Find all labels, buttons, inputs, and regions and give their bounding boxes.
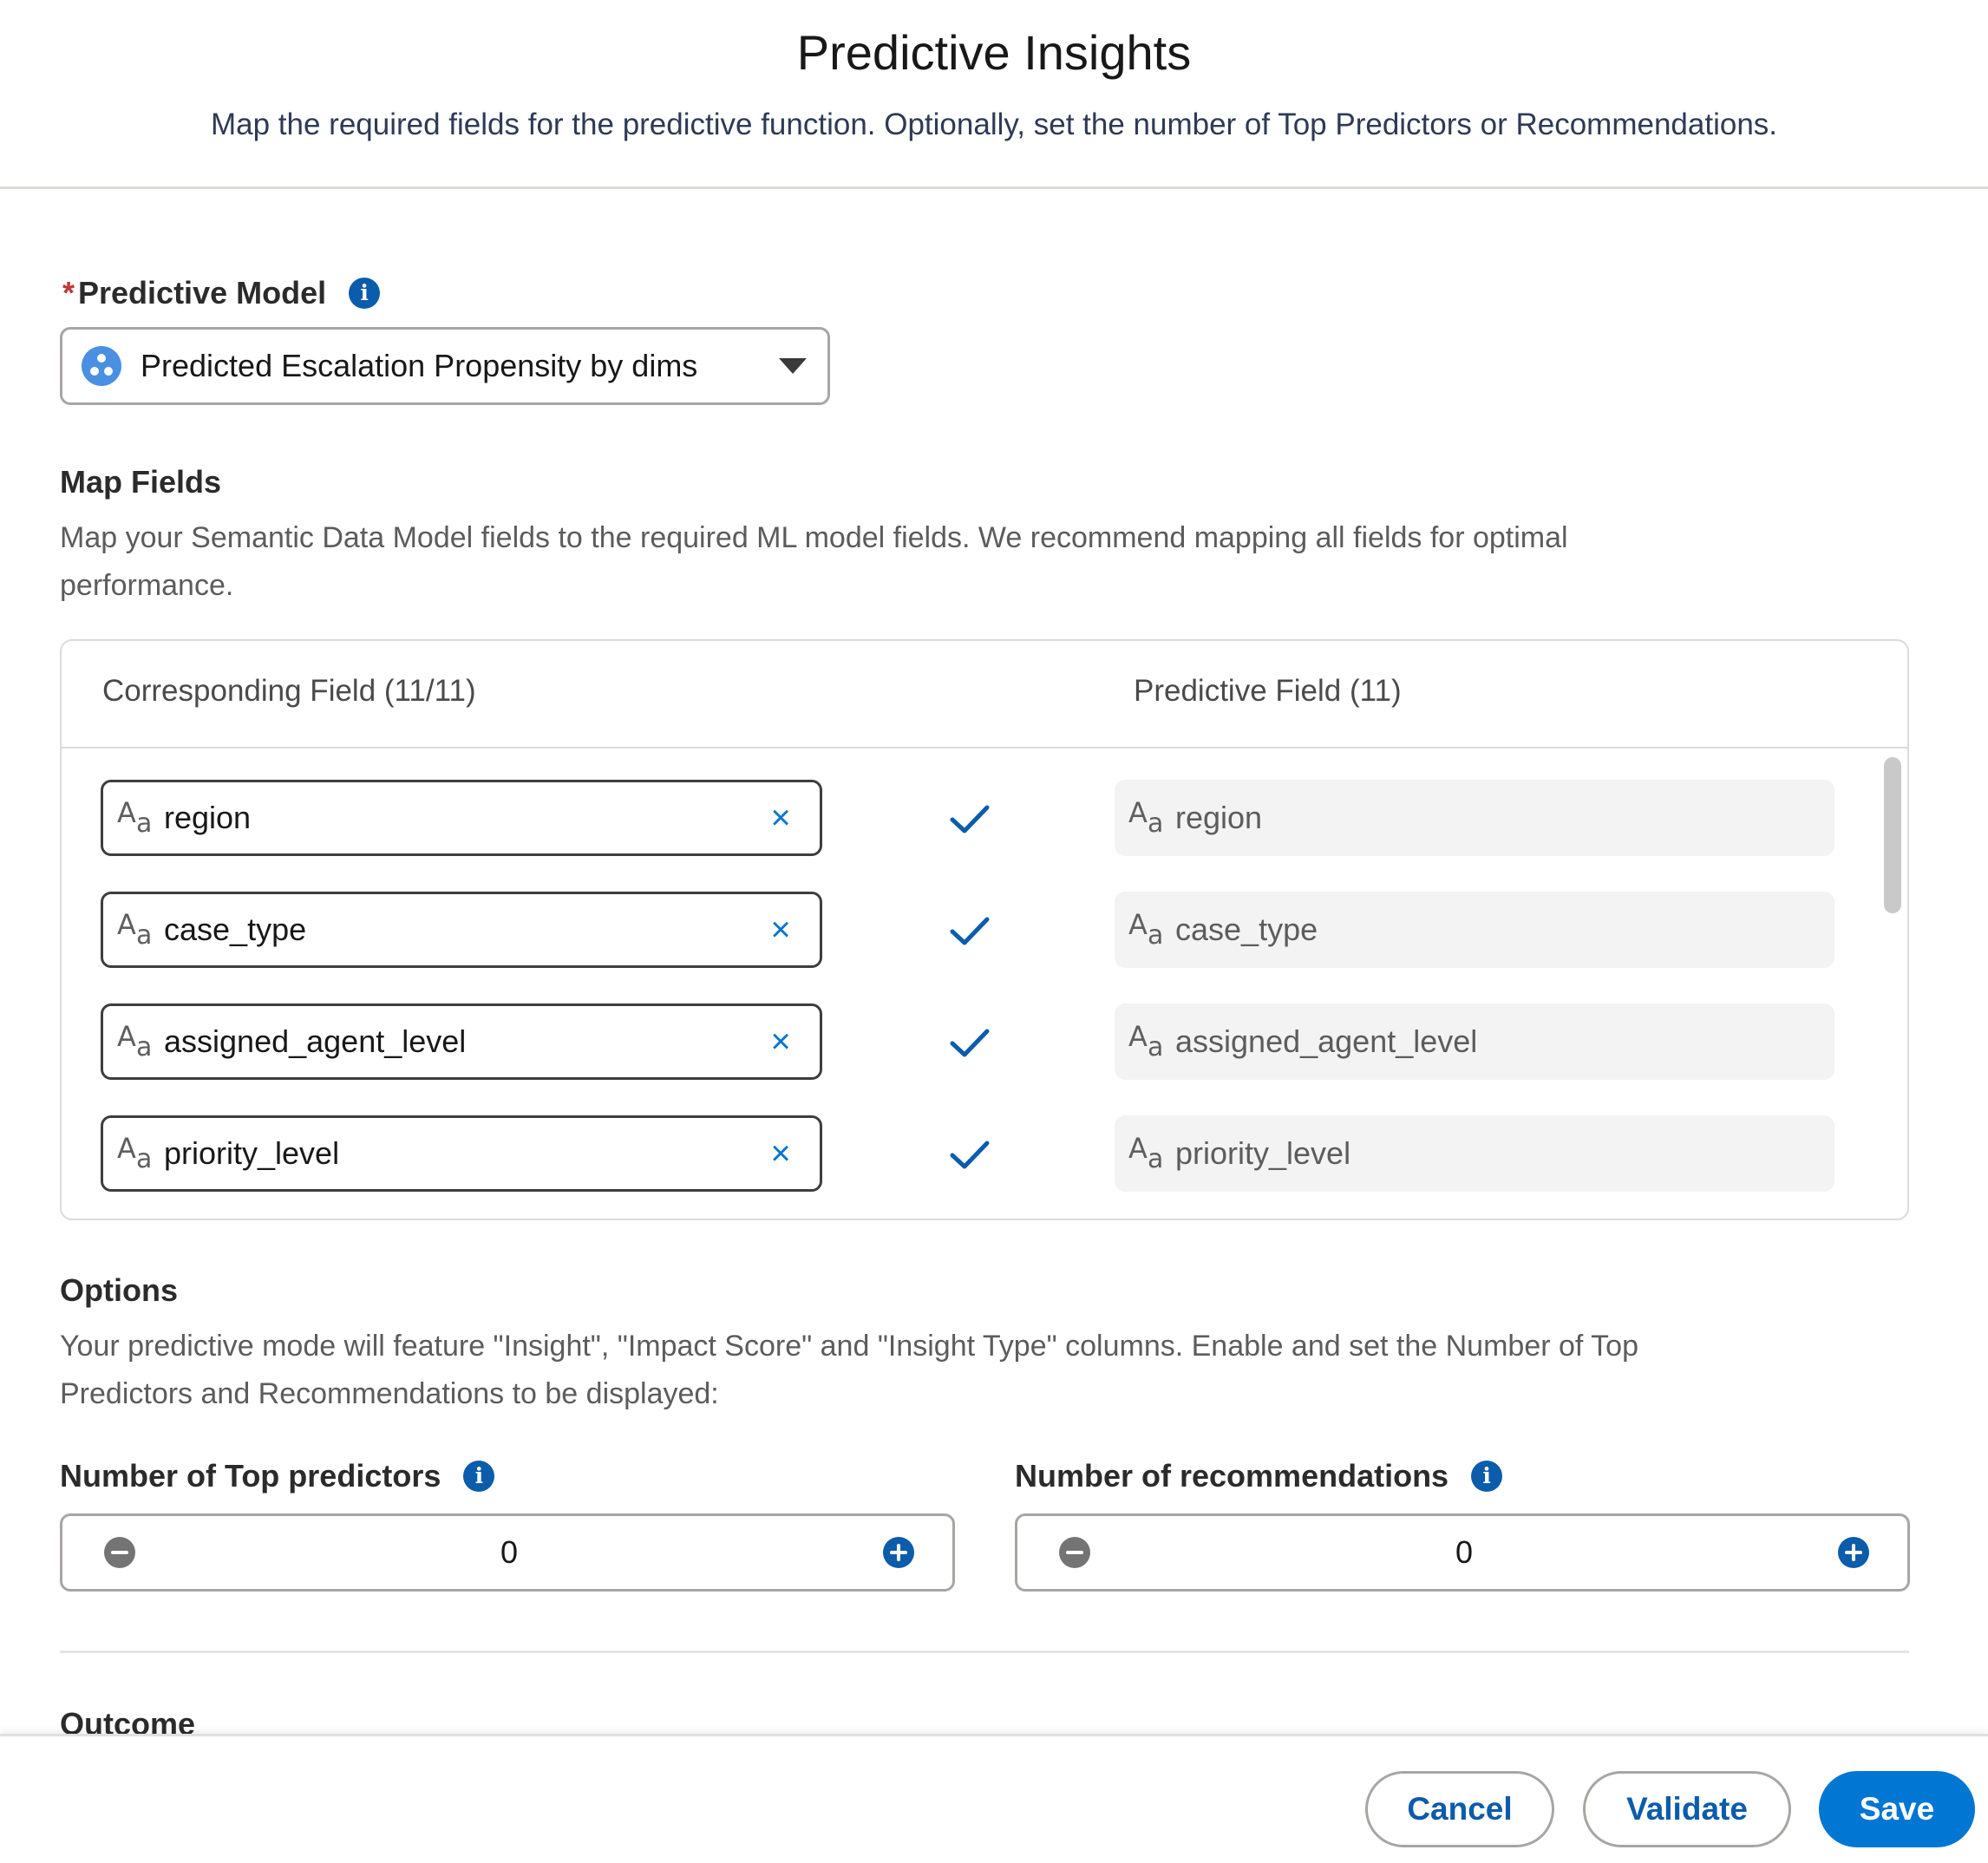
info-icon[interactable]: i [463,1461,495,1492]
required-marker: * [62,275,75,310]
close-icon[interactable]: × [759,911,802,950]
recommendations-value[interactable]: 0 [1090,1534,1838,1571]
minus-circle-icon[interactable] [104,1537,135,1568]
field-mapping-table: Corresponding Field (11/11) Predictive F… [60,639,1909,1220]
column-header-predictive: Predictive Field (11) [1134,674,1402,708]
validate-button[interactable]: Validate [1583,1771,1791,1847]
corresponding-field-value: region [164,800,252,835]
plus-circle-icon[interactable] [1838,1537,1869,1568]
save-button[interactable]: Save [1819,1771,1975,1847]
table-header-divider [62,747,1907,748]
options-description-line1: Your predictive mode will feature "Insig… [60,1330,1638,1363]
corresponding-field-value: case_type [164,912,307,947]
plus-circle-icon[interactable] [883,1537,914,1568]
corresponding-field-input[interactable]: Aa region × [101,780,822,856]
modal-body[interactable]: * Predictive Model i Predicted Escalatio… [0,192,1988,1734]
predictive-field-value: assigned_agent_level [1175,1023,1478,1059]
text-type-icon: Aa [1128,796,1164,839]
predictive-field: Aa case_type [1115,892,1834,968]
info-icon[interactable]: i [349,278,381,309]
text-type-icon: Aa [117,1020,153,1062]
modal-header: Predictive Insights Map the required fie… [0,0,1988,189]
options-description-line2: Predictors and Recommendations to be dis… [60,1377,719,1410]
top-predictors-label-row: Number of Top predictors i [60,1458,495,1494]
check-icon [950,1141,990,1169]
predictive-field-value: priority_level [1175,1135,1351,1171]
top-predictors-stepper[interactable]: 0 [60,1513,955,1592]
top-predictors-value[interactable]: 0 [135,1534,883,1571]
predictive-model-value: Predicted Escalation Propensity by dims [141,348,698,383]
modal-footer: Cancel Validate Save [0,1734,1988,1863]
close-icon[interactable]: × [759,1134,802,1173]
corresponding-field-input[interactable]: Aa case_type × [101,892,822,968]
predictive-model-label: Predictive Model [78,275,327,310]
model-icon [82,346,121,386]
options-description: Your predictive mode will feature "Insig… [60,1323,1925,1418]
column-header-corresponding: Corresponding Field (11/11) [102,674,476,708]
text-type-icon: Aa [117,1132,153,1174]
corresponding-field-value: priority_level [164,1135,340,1171]
predictive-field: Aa region [1115,780,1834,856]
info-icon[interactable]: i [1471,1461,1503,1492]
predictive-field-value: case_type [1175,912,1318,947]
text-type-icon: Aa [1128,1020,1164,1062]
predictive-field: Aa priority_level [1115,1115,1834,1192]
check-icon [950,917,990,945]
top-predictors-label: Number of Top predictors [60,1458,441,1494]
outcome-title: Outcome [60,1706,196,1734]
chevron-down-icon[interactable] [779,358,807,374]
modal-subtitle: Map the required fields for the predicti… [210,108,1778,141]
text-type-icon: Aa [1128,908,1164,951]
minus-circle-icon[interactable] [1059,1537,1090,1568]
text-type-icon: Aa [1128,1132,1164,1174]
text-type-icon: Aa [117,908,153,951]
options-title: Options [60,1272,178,1308]
recommendations-label-row: Number of recommendations i [1015,1458,1503,1494]
map-fields-title: Map Fields [60,464,222,500]
text-type-icon: Aa [117,796,153,839]
corresponding-field-input[interactable]: Aa assigned_agent_level × [101,1003,822,1080]
predictive-model-label-row: * Predictive Model i [62,275,381,311]
corresponding-field-input[interactable]: Aa priority_level × [101,1115,822,1192]
table-scrollbar[interactable] [1884,757,1901,913]
close-icon[interactable]: × [759,1023,802,1062]
close-icon[interactable]: × [759,799,802,838]
cancel-button[interactable]: Cancel [1365,1771,1554,1847]
predictive-field-value: region [1175,800,1263,835]
predictive-model-select[interactable]: Predicted Escalation Propensity by dims [60,327,830,405]
section-divider [60,1651,1909,1653]
check-icon [950,1029,990,1057]
predictive-field: Aa assigned_agent_level [1115,1003,1834,1080]
recommendations-stepper[interactable]: 0 [1015,1513,1910,1592]
map-fields-description-line1: Map your Semantic Data Model fields to t… [60,521,1568,554]
modal-title: Predictive Insights [796,25,1192,80]
check-icon [950,805,990,833]
recommendations-label: Number of recommendations [1015,1458,1449,1494]
corresponding-field-value: assigned_agent_level [164,1023,467,1059]
map-fields-description: Map your Semantic Data Model fields to t… [60,514,1925,610]
map-fields-description-line2: performance. [60,569,234,602]
